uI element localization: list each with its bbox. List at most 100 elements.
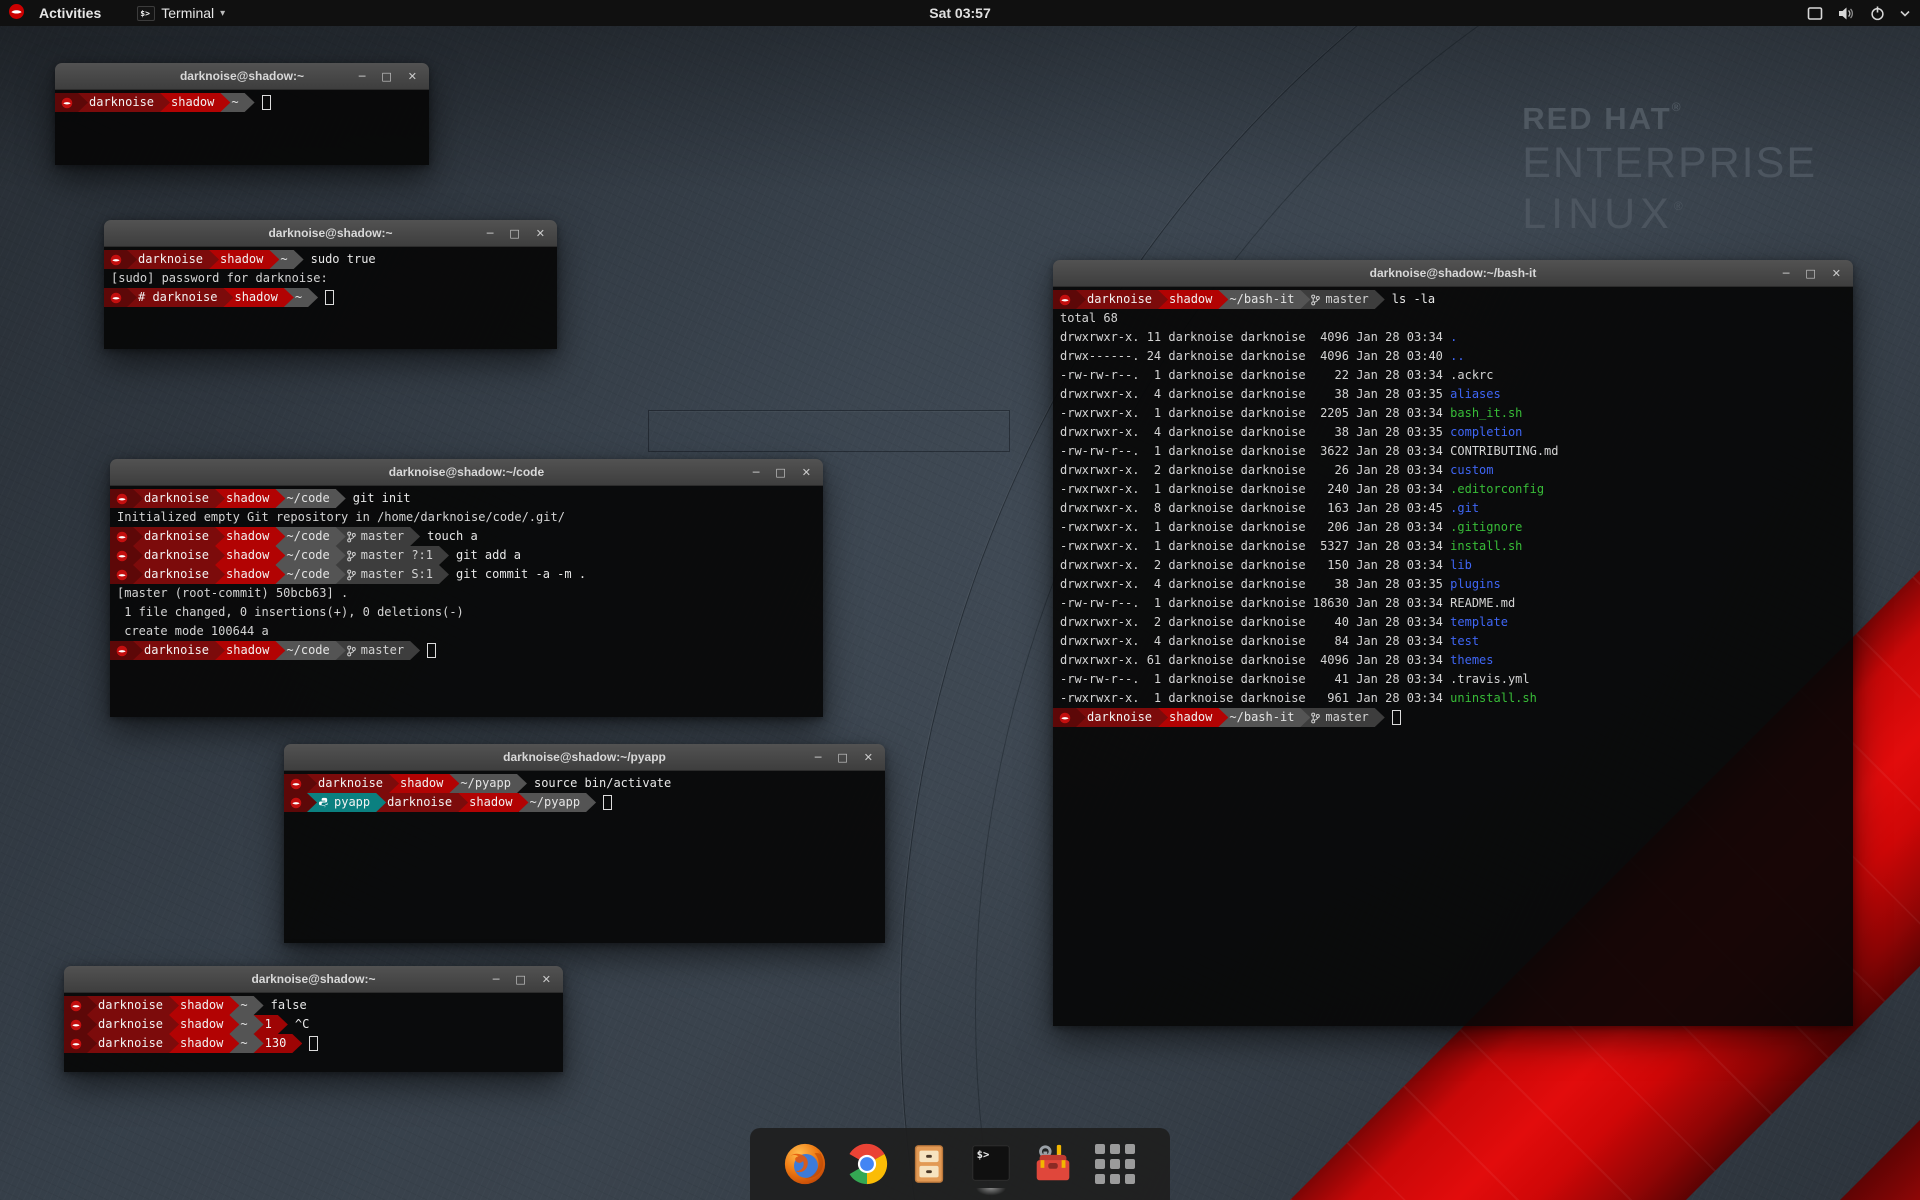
output-text: custom bbox=[1450, 461, 1493, 480]
window-titlebar[interactable]: darknoise@shadow:~ ─□✕ bbox=[104, 220, 557, 247]
terminal-line: -rw-rw-r--. 1 darknoise darknoise 3622 J… bbox=[1053, 442, 1853, 461]
terminal-content[interactable]: darknoiseshadow~/bash-itmasterls -latota… bbox=[1053, 287, 1853, 1026]
close-button[interactable]: ✕ bbox=[542, 966, 551, 993]
terminal-cursor bbox=[325, 290, 334, 305]
prompt-segment-user: darknoise bbox=[133, 641, 225, 660]
prompt-segment-user: darknoise bbox=[127, 250, 219, 269]
prompt-segment-user: darknoise bbox=[87, 1015, 179, 1034]
window-icon[interactable] bbox=[1807, 6, 1823, 21]
close-button[interactable]: ✕ bbox=[408, 63, 417, 90]
dock-item-chrome[interactable] bbox=[843, 1140, 891, 1188]
output-text: [master (root-commit) 50bcb63] . bbox=[117, 584, 348, 603]
prompt-segment-user: darknoise bbox=[133, 527, 225, 546]
close-button[interactable]: ✕ bbox=[536, 220, 545, 247]
power-icon[interactable] bbox=[1870, 6, 1885, 21]
minimize-button[interactable]: ─ bbox=[1783, 260, 1790, 287]
prompt-segment-path: ~/code bbox=[275, 565, 345, 584]
output-text: uninstall.sh bbox=[1450, 689, 1537, 708]
output-text: template bbox=[1450, 613, 1508, 632]
terminal-line: drwxrwxr-x. 4 darknoise darknoise 38 Jan… bbox=[1053, 423, 1853, 442]
terminal-content[interactable]: darknoiseshadow~falsedarknoiseshadow~1^C… bbox=[64, 993, 563, 1072]
dock-item-app-grid[interactable] bbox=[1091, 1140, 1139, 1188]
prompt-segment-host: shadow bbox=[169, 1034, 239, 1053]
volume-icon[interactable] bbox=[1838, 6, 1855, 21]
window-titlebar[interactable]: darknoise@shadow:~ ─□✕ bbox=[55, 63, 429, 90]
terminal-line: pyappdarknoiseshadow~/pyapp bbox=[284, 793, 885, 812]
window-titlebar[interactable]: darknoise@shadow:~/bash-it ─□✕ bbox=[1053, 260, 1853, 287]
prompt-segment-host: shadow bbox=[169, 1015, 239, 1034]
window-title: darknoise@shadow:~/code bbox=[389, 465, 544, 479]
prompt-segment-user: # darknoise bbox=[127, 288, 233, 307]
app-menu-terminal[interactable]: $> Terminal ▾ bbox=[131, 0, 231, 26]
dock-item-toolbox[interactable] bbox=[1029, 1140, 1077, 1188]
terminal-line: -rw-rw-r--. 1 darknoise darknoise 41 Jan… bbox=[1053, 670, 1853, 689]
output-text: drwxrwxr-x. 8 darknoise darknoise 163 Ja… bbox=[1060, 499, 1450, 518]
terminal-content[interactable]: darknoiseshadow~/pyappsource bin/activat… bbox=[284, 771, 885, 943]
registered-mark: ® bbox=[1674, 199, 1688, 213]
close-button[interactable]: ✕ bbox=[802, 459, 811, 486]
terminal-line: 1 file changed, 0 insertions(+), 0 delet… bbox=[110, 603, 823, 622]
output-text: drwxrwxr-x. 2 darknoise darknoise 150 Ja… bbox=[1060, 556, 1450, 575]
prompt-segment-venv: pyapp bbox=[307, 793, 386, 812]
prompt-segment-git: master S:1 bbox=[336, 565, 449, 584]
maximize-button[interactable]: □ bbox=[515, 966, 525, 993]
terminal-line: darknoiseshadow~130 bbox=[64, 1034, 563, 1053]
dock-item-files[interactable] bbox=[905, 1140, 953, 1188]
prompt-segment-git: master bbox=[1300, 290, 1384, 309]
prompt-segment-host: shadow bbox=[389, 774, 459, 793]
clock[interactable]: Sat 03:57 bbox=[929, 5, 990, 21]
activities-button[interactable]: Activities bbox=[33, 0, 107, 26]
rhel-logo-redhat: RED HAT bbox=[1522, 101, 1671, 136]
output-text: -rw-rw-r--. 1 darknoise darknoise 22 Jan… bbox=[1060, 366, 1450, 385]
registered-mark: ® bbox=[1672, 100, 1683, 114]
close-button[interactable]: ✕ bbox=[864, 744, 873, 771]
prompt-segment-host: shadow bbox=[1158, 708, 1228, 727]
window-titlebar[interactable]: darknoise@shadow:~ ─□✕ bbox=[64, 966, 563, 993]
output-text: install.sh bbox=[1450, 537, 1522, 556]
output-text: total 68 bbox=[1060, 309, 1118, 328]
terminal-line: -rwxrwxr-x. 1 darknoise darknoise 5327 J… bbox=[1053, 537, 1853, 556]
terminal-line: total 68 bbox=[1053, 309, 1853, 328]
close-button[interactable]: ✕ bbox=[1832, 260, 1841, 287]
terminal-line: drwxrwxr-x. 4 darknoise darknoise 38 Jan… bbox=[1053, 385, 1853, 404]
output-text: .travis.yml bbox=[1450, 670, 1529, 689]
maximize-button[interactable]: □ bbox=[837, 744, 847, 771]
terminal-line: -rwxrwxr-x. 1 darknoise darknoise 2205 J… bbox=[1053, 404, 1853, 423]
terminal-content[interactable]: darknoiseshadow~/codegit initInitialized… bbox=[110, 486, 823, 717]
maximize-button[interactable]: □ bbox=[381, 63, 391, 90]
prompt-segment-host: shadow bbox=[209, 250, 279, 269]
output-text: -rwxrwxr-x. 1 darknoise darknoise 206 Ja… bbox=[1060, 518, 1450, 537]
output-text: aliases bbox=[1450, 385, 1501, 404]
prompt-segment-git: master ?:1 bbox=[336, 546, 449, 565]
minimize-button[interactable]: ─ bbox=[487, 220, 494, 247]
prompt-segment-git: master bbox=[336, 641, 420, 660]
terminal-content[interactable]: darknoiseshadow~sudo true[sudo] password… bbox=[104, 247, 557, 349]
window-titlebar[interactable]: darknoise@shadow:~/code ─ □ ✕ bbox=[110, 459, 823, 486]
terminal-line: drwxrwxr-x. 8 darknoise darknoise 163 Ja… bbox=[1053, 499, 1853, 518]
prompt-segment-path: ~/bash-it bbox=[1218, 290, 1310, 309]
minimize-button[interactable]: ─ bbox=[359, 63, 366, 90]
output-text: [sudo] password for darknoise: bbox=[111, 269, 328, 288]
terminal-line: drwxrwxr-x. 2 darknoise darknoise 40 Jan… bbox=[1053, 613, 1853, 632]
output-text: -rwxrwxr-x. 1 darknoise darknoise 240 Ja… bbox=[1060, 480, 1450, 499]
dock-item-firefox[interactable] bbox=[781, 1140, 829, 1188]
maximize-button[interactable]: □ bbox=[1805, 260, 1815, 287]
window-titlebar[interactable]: darknoise@shadow:~/pyapp ─ □ ✕ bbox=[284, 744, 885, 771]
minimize-button[interactable]: ─ bbox=[815, 744, 822, 771]
terminal-line: darknoiseshadow~/bash-itmasterls -la bbox=[1053, 290, 1853, 309]
chevron-down-icon[interactable] bbox=[1900, 10, 1910, 17]
output-text: -rw-rw-r--. 1 darknoise darknoise 41 Jan… bbox=[1060, 670, 1450, 689]
terminal-content[interactable]: darknoiseshadow~ bbox=[55, 90, 429, 165]
output-text: -rwxrwxr-x. 1 darknoise darknoise 5327 J… bbox=[1060, 537, 1450, 556]
window-title: darknoise@shadow:~/pyapp bbox=[503, 750, 666, 764]
terminal-line: # darknoiseshadow~ bbox=[104, 288, 557, 307]
minimize-button[interactable]: ─ bbox=[493, 966, 500, 993]
maximize-button[interactable]: □ bbox=[775, 459, 785, 486]
dock-item-terminal[interactable]: $> bbox=[967, 1140, 1015, 1188]
maximize-button[interactable]: □ bbox=[509, 220, 519, 247]
terminal-cursor bbox=[309, 1036, 318, 1051]
terminal-window-home-2: darknoise@shadow:~ ─□✕ darknoiseshadow~f… bbox=[64, 966, 563, 1072]
prompt-segment-host: shadow bbox=[1158, 290, 1228, 309]
terminal-window-pyapp: darknoise@shadow:~/pyapp ─ □ ✕ darknoisesh… bbox=[284, 744, 885, 943]
minimize-button[interactable]: ─ bbox=[753, 459, 760, 486]
